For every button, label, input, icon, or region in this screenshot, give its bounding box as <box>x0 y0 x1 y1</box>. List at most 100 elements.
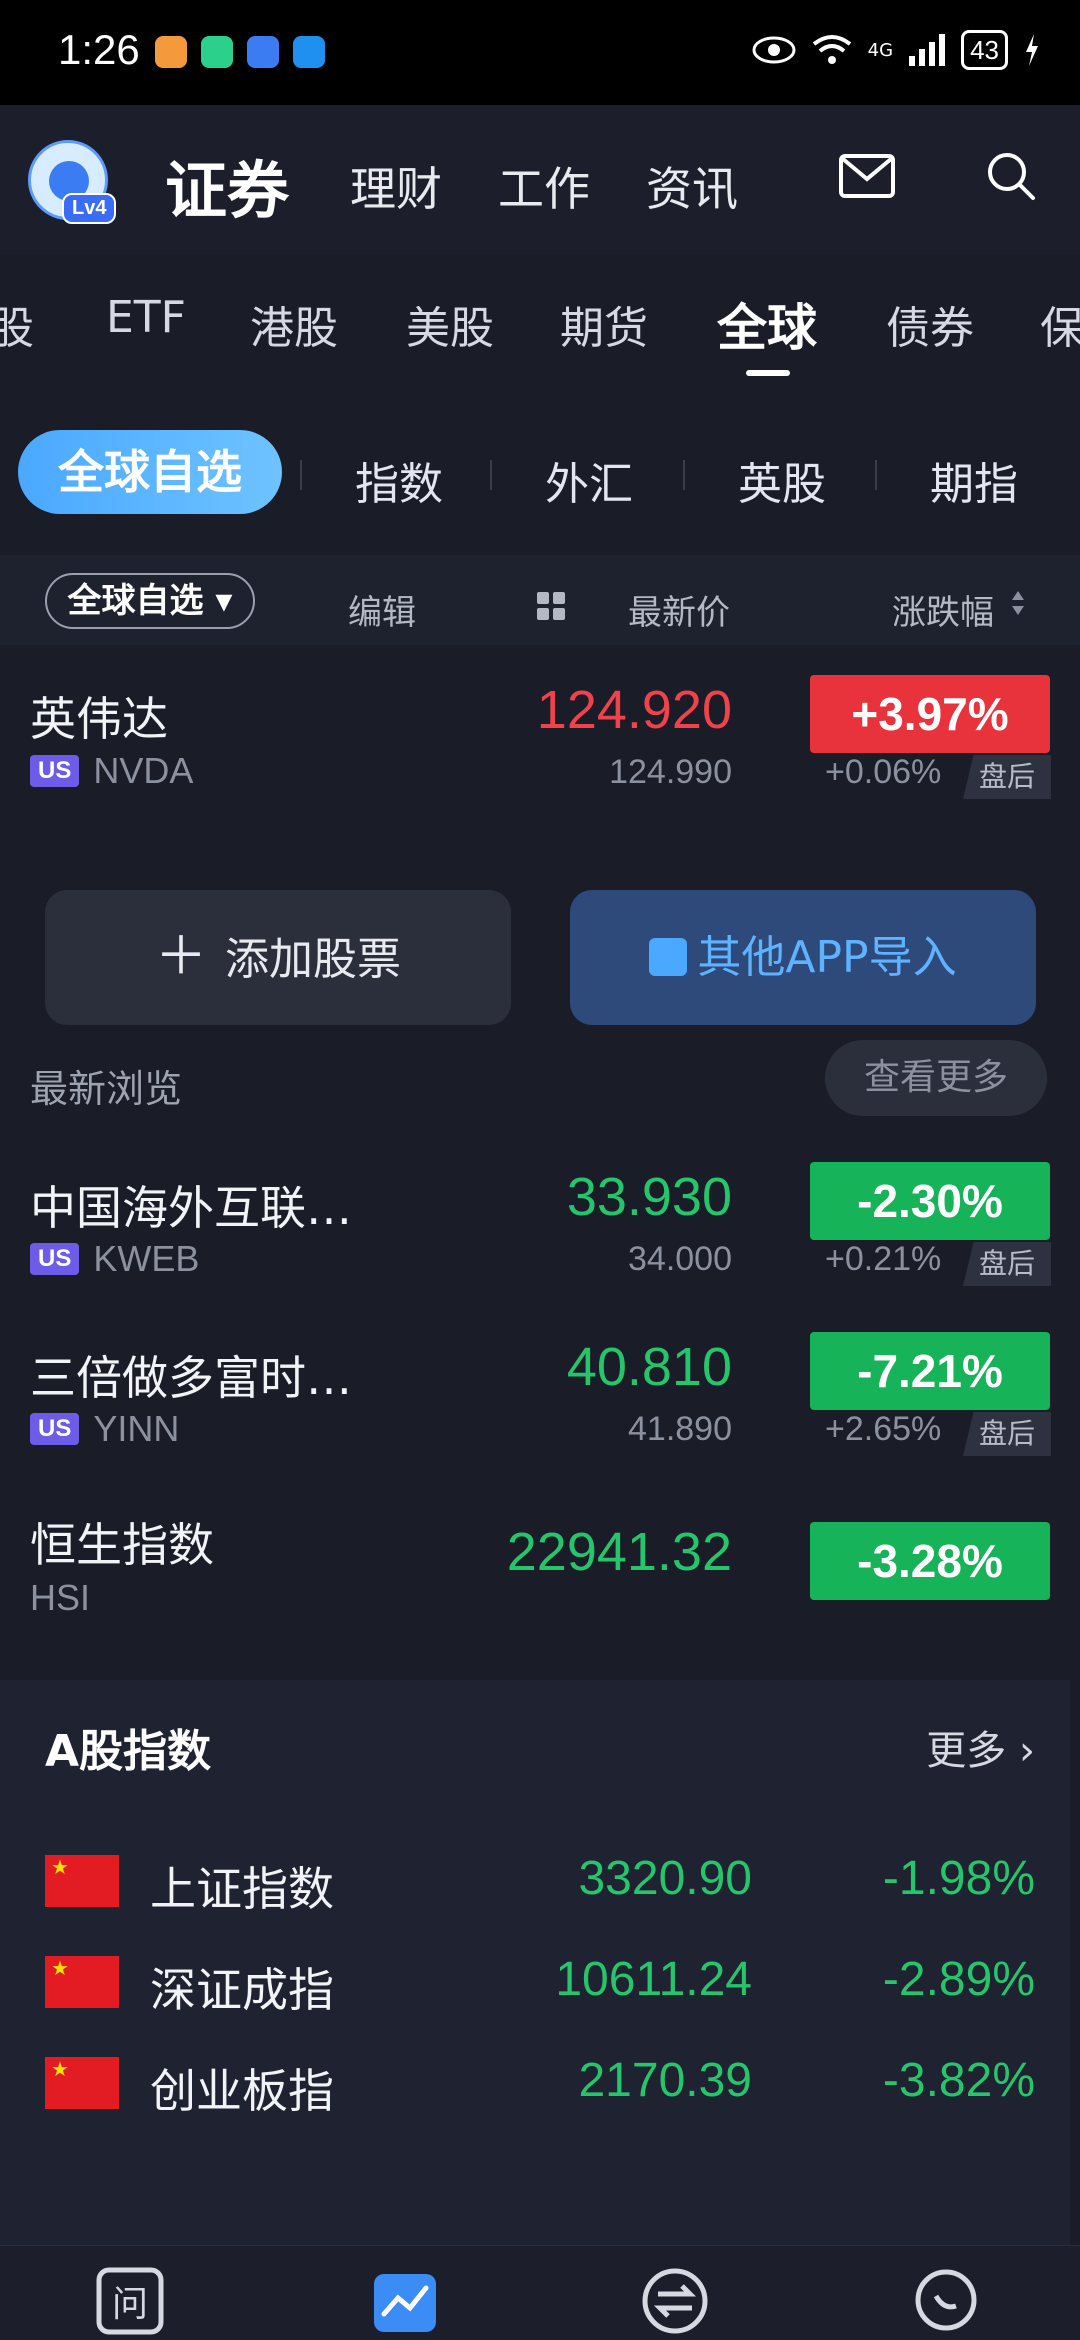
index-change: -2.89% <box>882 1953 1035 2006</box>
plus-icon: ＋ <box>154 927 207 987</box>
index-row[interactable]: ★ 深证成指 10611.24 -2.89% <box>0 1926 1070 2026</box>
grid-view-icon[interactable] <box>537 592 565 620</box>
app-notification-icon <box>155 36 187 68</box>
index-name: 创业板指 <box>150 2064 334 2118</box>
after-hours-change: +0.06% <box>825 753 942 791</box>
after-hours-change: +2.65% <box>825 1410 942 1448</box>
search-icon[interactable] <box>985 150 1037 202</box>
index-row[interactable]: ★ 上证指数 3320.90 -1.98% <box>0 1825 1070 1925</box>
app-notification-icon <box>201 36 233 68</box>
tab-global[interactable]: 全球 <box>717 288 817 360</box>
app-notification-icon <box>293 36 325 68</box>
a-share-more-link[interactable]: 更多 › <box>926 1718 1035 1776</box>
add-stock-button[interactable]: ＋ 添加股票 <box>45 890 511 1025</box>
divider <box>490 460 492 490</box>
after-hours-price: 41.890 <box>628 1410 732 1448</box>
stock-name: 英伟达 <box>30 692 168 746</box>
recent-row[interactable]: 三倍做多富时… US YINN 40.810 41.890 -7.21% +2.… <box>0 1320 1080 1460</box>
app-header: Lv4 证券 理财 工作 资讯 <box>0 105 1080 255</box>
subtab-uk-stocks[interactable]: 英股 <box>738 448 826 512</box>
change-badge[interactable]: -7.21% <box>810 1332 1050 1410</box>
tab-a-share[interactable]: 股 <box>0 292 34 356</box>
index-value: 2170.39 <box>578 2054 752 2107</box>
change-header[interactable]: 涨跌幅 <box>892 585 994 634</box>
stock-code-line: US YINN <box>30 1408 179 1450</box>
eye-icon <box>752 36 796 64</box>
active-tab-indicator <box>746 370 790 376</box>
trade-exchange-icon[interactable] <box>640 2266 710 2336</box>
battery-indicator: 43 <box>961 30 1008 70</box>
sort-icon[interactable] <box>1010 589 1026 617</box>
notification-icons <box>155 36 325 68</box>
wifi-icon <box>812 35 851 64</box>
nav-work[interactable]: 工作 <box>498 153 590 219</box>
chat-bubble-icon[interactable] <box>910 2266 980 2336</box>
after-hours-change: +0.21% <box>825 1240 942 1278</box>
stock-code: NVDA <box>93 750 194 791</box>
watchlist-group-select[interactable]: 全球自选 ▾ <box>45 573 255 629</box>
after-hours-price: 124.990 <box>609 753 732 791</box>
see-more-button[interactable]: 查看更多 <box>825 1040 1047 1116</box>
tab-hk[interactable]: 港股 <box>250 292 338 356</box>
a-share-panel: A股指数 更多 › ★ 上证指数 3320.90 -1.98% ★ 深证成指 1… <box>0 1680 1070 2260</box>
subtab-index-futures[interactable]: 期指 <box>930 448 1018 512</box>
index-name: 上证指数 <box>150 1862 334 1916</box>
index-row[interactable]: ★ 创业板指 2170.39 -3.82% <box>0 2027 1070 2127</box>
after-hours-badge: 盘后 <box>963 755 1051 799</box>
stock-price: 124.920 <box>536 680 732 740</box>
market-badge: US <box>30 1243 80 1275</box>
stock-price: 33.930 <box>566 1167 732 1227</box>
level-badge: Lv4 <box>62 193 117 224</box>
after-hours-price: 34.000 <box>628 1240 732 1278</box>
tab-etf[interactable]: ETF <box>106 292 186 343</box>
latest-price-header[interactable]: 最新价 <box>628 585 730 634</box>
china-flag-icon: ★ <box>45 1956 119 2008</box>
sub-tabs: 全球自选 指数 外汇 英股 期指 <box>0 420 1080 520</box>
nav-news[interactable]: 资讯 <box>646 153 738 219</box>
watchlist-row[interactable]: 英伟达 US NVDA 124.920 124.990 +3.97% +0.06… <box>0 665 1080 805</box>
import-label: 其他APP导入 <box>697 932 957 983</box>
index-value: 3320.90 <box>578 1852 752 1905</box>
stock-name: 三倍做多富时… <box>30 1351 352 1405</box>
china-flag-icon: ★ <box>45 2057 119 2109</box>
stock-price: 40.810 <box>566 1337 732 1397</box>
import-from-app-button[interactable]: 其他APP导入 <box>570 890 1036 1025</box>
market-tabs: 股 ETF 港股 美股 期货 全球 债券 保 <box>0 270 1080 380</box>
recent-row[interactable]: 中国海外互联… US KWEB 33.930 34.000 -2.30% +0.… <box>0 1150 1080 1290</box>
network-type: 4G <box>867 39 894 61</box>
recent-row[interactable]: 恒生指数 HSI 22941.32 -3.28% <box>0 1495 1080 1635</box>
status-time: 1:26 <box>58 26 140 73</box>
status-bar: 1:26 4G 43 <box>0 0 1080 105</box>
stock-name: 中国海外互联… <box>30 1181 352 1235</box>
change-badge[interactable]: -2.30% <box>810 1162 1050 1240</box>
index-change: -3.82% <box>882 2054 1035 2107</box>
subtab-forex[interactable]: 外汇 <box>545 448 633 512</box>
change-badge[interactable]: -3.28% <box>810 1522 1050 1600</box>
recent-title: 最新浏览 <box>30 1067 183 1111</box>
watchlist-header: 全球自选 ▾ 编辑 最新价 涨跌幅 <box>0 555 1080 645</box>
subtab-global-watchlist[interactable]: 全球自选 <box>18 430 282 514</box>
a-share-title: A股指数 <box>45 1726 212 1777</box>
nav-wealth[interactable]: 理财 <box>350 153 442 219</box>
stock-name: 恒生指数 <box>30 1518 214 1572</box>
change-badge[interactable]: +3.97% <box>810 675 1050 753</box>
china-flag-icon: ★ <box>45 1855 119 1907</box>
status-right: 4G 43 <box>752 30 1040 70</box>
tab-futures[interactable]: 期货 <box>560 292 648 356</box>
tab-us[interactable]: 美股 <box>406 292 494 356</box>
subtab-index[interactable]: 指数 <box>355 448 443 512</box>
page-title: 证券 <box>165 154 290 227</box>
mail-icon[interactable] <box>838 153 896 199</box>
app-notification-icon <box>247 36 279 68</box>
stock-code: YINN <box>93 1408 180 1449</box>
market-chart-icon[interactable] <box>370 2266 440 2336</box>
edit-button[interactable]: 编辑 <box>348 585 416 634</box>
add-stock-label: 添加股票 <box>225 934 401 985</box>
tab-bonds[interactable]: 债券 <box>886 292 974 356</box>
stock-price: 22941.32 <box>506 1522 732 1582</box>
divider <box>683 460 685 490</box>
ask-icon[interactable]: 问 <box>95 2266 165 2336</box>
tab-insurance[interactable]: 保 <box>1040 292 1080 356</box>
ask-icon-label: 问 <box>112 2284 148 2325</box>
market-badge: US <box>30 755 80 787</box>
